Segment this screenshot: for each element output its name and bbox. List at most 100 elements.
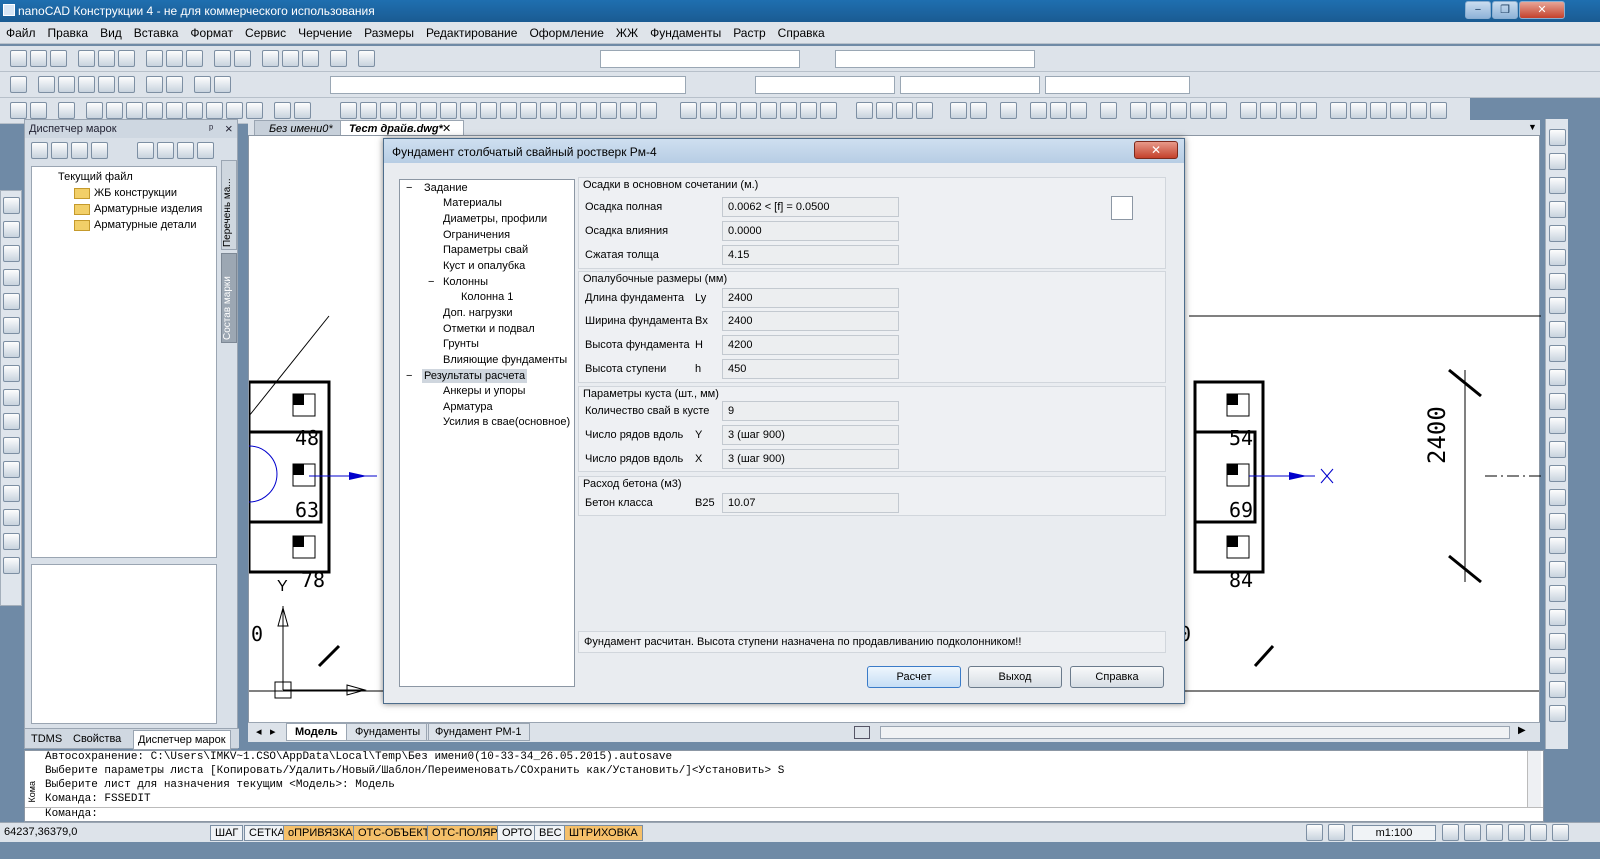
construction-tool-icon[interactable] (640, 102, 657, 119)
panel-tool-icon[interactable] (31, 142, 48, 159)
menu-rc[interactable]: ЖЖ (610, 22, 644, 40)
menu-help[interactable]: Справка (772, 22, 831, 40)
rotate-icon[interactable] (1549, 273, 1566, 290)
zoom-window-icon[interactable] (282, 50, 299, 67)
exit-button[interactable]: Выход (968, 666, 1062, 688)
panel-tool-icon[interactable] (91, 142, 108, 159)
tree-item[interactable]: Анкеры и упоры (443, 385, 525, 397)
construction-tool-icon[interactable] (1390, 102, 1407, 119)
array-icon[interactable] (1549, 225, 1566, 242)
construction-tool-icon[interactable] (820, 102, 837, 119)
construction-tool-icon[interactable] (560, 102, 577, 119)
menu-service[interactable]: Сервис (239, 22, 292, 40)
zoom-icon[interactable] (1464, 824, 1481, 841)
scale-icon[interactable] (1549, 297, 1566, 314)
toggle-otrack[interactable]: ОТС-ОБЪЕКТ (353, 825, 435, 841)
tree-item[interactable]: Ограничения (443, 229, 510, 241)
layer-tool-icon[interactable] (1549, 681, 1566, 698)
tree-item[interactable]: Куст и опалубка (443, 260, 525, 272)
tree-item-task[interactable]: Задание (424, 182, 468, 194)
viewport-icon[interactable] (1328, 824, 1345, 841)
layer-select[interactable] (330, 76, 686, 94)
region-icon[interactable] (3, 461, 20, 478)
tab-foundations[interactable]: Фундаменты (346, 723, 430, 741)
tree-item[interactable]: Материалы (443, 197, 502, 209)
menu-file[interactable]: Файл (0, 22, 42, 40)
report-icon[interactable] (1111, 196, 1133, 220)
tree-item-results[interactable]: Результаты расчета (422, 369, 528, 383)
close-panel-icon[interactable]: × (225, 121, 233, 136)
block-icon[interactable] (146, 76, 163, 93)
minimize-button[interactable]: − (1465, 1, 1491, 19)
tab-first-icon[interactable]: ◂ (256, 725, 262, 738)
construction-tool-icon[interactable] (680, 102, 697, 119)
tree-item[interactable]: Колонна 1 (461, 291, 513, 303)
construction-tool-icon[interactable] (1030, 102, 1047, 119)
layer-tool-icon[interactable] (1549, 585, 1566, 602)
construction-tool-icon[interactable] (1370, 102, 1387, 119)
preview-icon[interactable] (98, 50, 115, 67)
construction-tool-icon[interactable] (700, 102, 717, 119)
open-icon[interactable] (30, 50, 47, 67)
tree-item[interactable]: Влияющие фундаменты (443, 354, 567, 366)
toggle-lineweight[interactable]: ВЕС (534, 825, 567, 841)
construction-tool-icon[interactable] (460, 102, 477, 119)
construction-tool-icon[interactable] (166, 102, 183, 119)
copy-icon[interactable] (1549, 153, 1566, 170)
construction-tool-icon[interactable] (360, 102, 377, 119)
cut-icon[interactable] (146, 50, 163, 67)
construction-tool-icon[interactable] (58, 102, 75, 119)
scroll-right-icon[interactable]: ▶ (1518, 725, 1526, 736)
construction-tool-icon[interactable] (1070, 102, 1087, 119)
explode-icon[interactable] (1549, 513, 1566, 530)
new-icon[interactable] (10, 50, 27, 67)
construction-tool-icon[interactable] (10, 102, 27, 119)
construction-tool-icon[interactable] (720, 102, 737, 119)
join-icon[interactable] (1549, 489, 1566, 506)
construction-tool-icon[interactable] (1300, 102, 1317, 119)
bomb-icon[interactable] (1549, 537, 1566, 554)
lineweight-select[interactable] (1045, 76, 1190, 94)
circle-icon[interactable] (3, 317, 20, 334)
block-icon[interactable] (3, 413, 20, 430)
tabs-dropdown-icon[interactable]: ▼ (1528, 122, 1537, 132)
construction-tool-icon[interactable] (620, 102, 637, 119)
linetype-select[interactable] (900, 76, 1040, 94)
construction-tool-icon[interactable] (500, 102, 517, 119)
tree-item[interactable]: Усилия в сваe(основное) (443, 416, 570, 428)
maximize-button[interactable]: ❐ (1492, 1, 1518, 19)
dimstyle-select[interactable] (835, 50, 1035, 68)
print-icon[interactable] (78, 50, 95, 67)
menu-modify[interactable]: Редактирование (420, 22, 523, 40)
construction-tool-icon[interactable] (106, 102, 123, 119)
tree-item[interactable]: Параметры свай (443, 244, 528, 256)
scale-select[interactable]: m1:100 (1352, 825, 1436, 841)
match-icon[interactable] (214, 76, 231, 93)
vtab-mark-composition[interactable]: Состав марки (221, 253, 237, 343)
construction-tool-icon[interactable] (1050, 102, 1067, 119)
tab-tdms[interactable]: TDMS (31, 733, 62, 745)
redo-icon[interactable] (234, 50, 251, 67)
construction-tool-icon[interactable] (1000, 102, 1017, 119)
construction-tool-icon[interactable] (480, 102, 497, 119)
menu-edit[interactable]: Правка (42, 22, 95, 40)
construction-tool-icon[interactable] (400, 102, 417, 119)
pan-icon[interactable] (262, 50, 279, 67)
tree-expander-icon[interactable]: − (406, 370, 412, 382)
text-icon[interactable] (3, 533, 20, 550)
undo-icon[interactable] (214, 50, 231, 67)
tab-model[interactable]: Модель (286, 723, 347, 741)
polyline-icon[interactable] (3, 221, 20, 238)
tree-expander-icon[interactable]: − (428, 276, 434, 288)
fillet-icon[interactable] (1549, 441, 1566, 458)
extend-icon[interactable] (1549, 369, 1566, 386)
construction-tool-icon[interactable] (126, 102, 143, 119)
construction-tool-icon[interactable] (1430, 102, 1447, 119)
construction-tool-icon[interactable] (1100, 102, 1117, 119)
color-select[interactable] (755, 76, 895, 94)
properties-icon[interactable] (194, 76, 211, 93)
construction-tool-icon[interactable] (520, 102, 537, 119)
construction-tool-icon[interactable] (896, 102, 913, 119)
menu-draw[interactable]: Черчение (292, 22, 358, 40)
stretch-icon[interactable] (1549, 321, 1566, 338)
